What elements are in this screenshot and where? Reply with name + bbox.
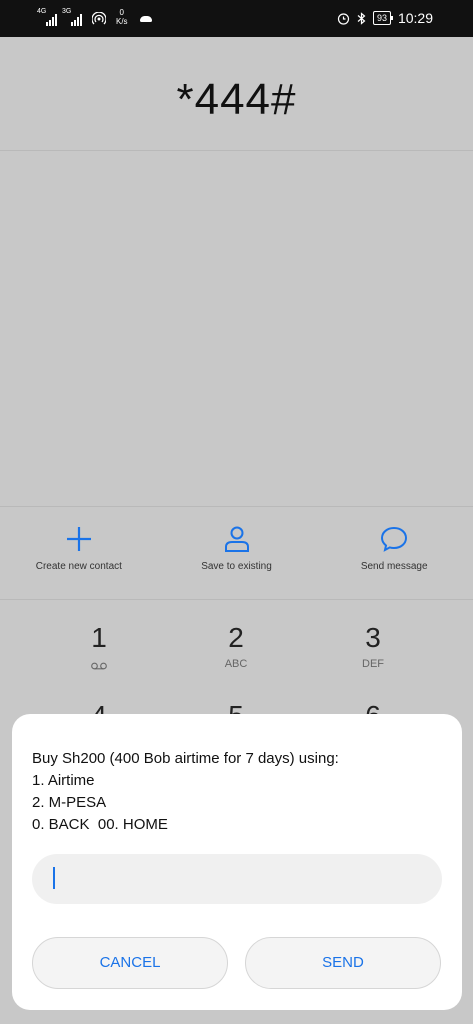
speed-value: 0 xyxy=(119,8,124,17)
key-digit: 2 xyxy=(228,622,244,653)
net-type-label: 4G xyxy=(37,8,47,15)
key-1[interactable]: 1 xyxy=(59,622,139,670)
battery-icon: 93 xyxy=(372,11,393,25)
text-cursor xyxy=(53,867,55,889)
ussd-message: Buy Sh200 (400 Bob airtime for 7 days) u… xyxy=(32,748,442,836)
clock: 10:29 xyxy=(397,10,433,26)
action-label: Save to existing xyxy=(201,561,272,572)
voicemail-icon xyxy=(91,662,107,670)
plus-icon xyxy=(66,527,91,551)
message-icon xyxy=(381,526,408,552)
status-right: 93 10:29 xyxy=(337,10,433,26)
key-digit: 3 xyxy=(365,622,381,653)
cancel-button[interactable]: CANCEL xyxy=(32,937,228,989)
ussd-line: Buy Sh200 (400 Bob airtime for 7 days) u… xyxy=(32,750,339,767)
ussd-line: 2. M-PESA xyxy=(32,794,107,811)
alarm-icon xyxy=(337,12,350,25)
status-bar: 4G 3G 0 K/s 93 10:29 xyxy=(0,0,473,37)
signal-3g: 3G xyxy=(62,8,82,26)
send-message-button[interactable]: Send message xyxy=(315,507,473,599)
bluetooth-icon xyxy=(357,11,366,25)
speed-unit: K/s xyxy=(116,17,128,26)
key-letters: DEF xyxy=(362,658,384,670)
signal-4g: 4G xyxy=(37,8,57,26)
ussd-line: 0. BACK 00. HOME xyxy=(32,816,168,833)
network-speed: 0 K/s xyxy=(116,8,128,26)
key-letters: ABC xyxy=(224,658,248,670)
key-3[interactable]: 3 DEF xyxy=(333,622,413,670)
ussd-reply-input[interactable] xyxy=(32,854,442,904)
key-digit: 1 xyxy=(91,622,107,653)
signal-bars-icon xyxy=(46,14,57,26)
net-type-label: 3G xyxy=(62,8,72,15)
action-label: Create new contact xyxy=(35,561,122,572)
ussd-line: 1. Airtime xyxy=(32,772,95,789)
signal-bars-icon xyxy=(71,14,82,26)
ussd-dialog: Buy Sh200 (400 Bob airtime for 7 days) u… xyxy=(12,714,462,1010)
dial-display: *444# xyxy=(0,37,473,151)
cloud-icon xyxy=(139,16,152,22)
save-to-existing-button[interactable]: Save to existing xyxy=(158,507,316,599)
hotspot-icon xyxy=(92,12,106,25)
send-button[interactable]: SEND xyxy=(245,937,441,989)
action-label: Send message xyxy=(360,561,428,572)
status-left: 4G 3G 0 K/s xyxy=(37,8,152,26)
contact-actions: Create new contact Save to existing Send… xyxy=(0,506,473,600)
person-icon xyxy=(224,526,249,552)
dialed-number: *444# xyxy=(176,75,297,124)
key-2[interactable]: 2 ABC xyxy=(196,622,276,670)
create-new-contact-button[interactable]: Create new contact xyxy=(0,507,158,599)
